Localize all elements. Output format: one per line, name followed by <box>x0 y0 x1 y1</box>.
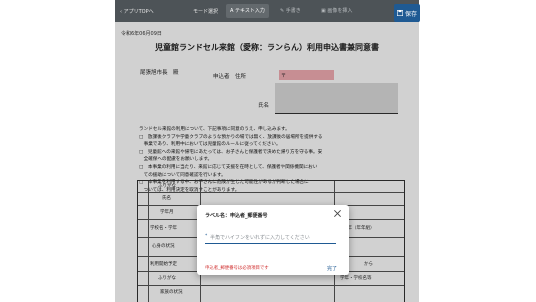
save-icon <box>396 10 403 16</box>
input-placeholder: 半角でハイフンをいれずに入力してください <box>210 235 310 241</box>
tool-insert-image[interactable]: ▣ 画像を挿入 <box>317 4 356 18</box>
close-icon[interactable] <box>333 209 342 218</box>
save-button[interactable]: 保存 <box>394 4 420 22</box>
required-error-message: 申込者_郵便番号は必須項目です <box>205 266 269 271</box>
tool-text-input[interactable]: A テキスト入力 <box>226 4 269 18</box>
toolbar: ‹ アプリTOPへ モード選択 A テキスト入力 ✎ 手書き ▣ 画像を挿入 <box>115 0 419 22</box>
mode-select-label: モード選択 <box>193 9 219 15</box>
done-button[interactable]: 完了 <box>327 265 337 272</box>
tool-handwriting[interactable]: ✎ 手書き <box>276 4 305 18</box>
required-mark: * <box>205 234 208 239</box>
postal-code-input[interactable]: * 半角でハイフンをいれずに入力してください <box>205 230 336 244</box>
postal-code-dialog: ラベル名：申込者_郵便番号 * 半角でハイフンをいれずに入力してください 申込者… <box>197 205 349 275</box>
dialog-title: ラベル名：申込者_郵便番号 <box>205 213 268 219</box>
back-to-app-top-link[interactable]: ‹ アプリTOPへ <box>120 8 154 15</box>
